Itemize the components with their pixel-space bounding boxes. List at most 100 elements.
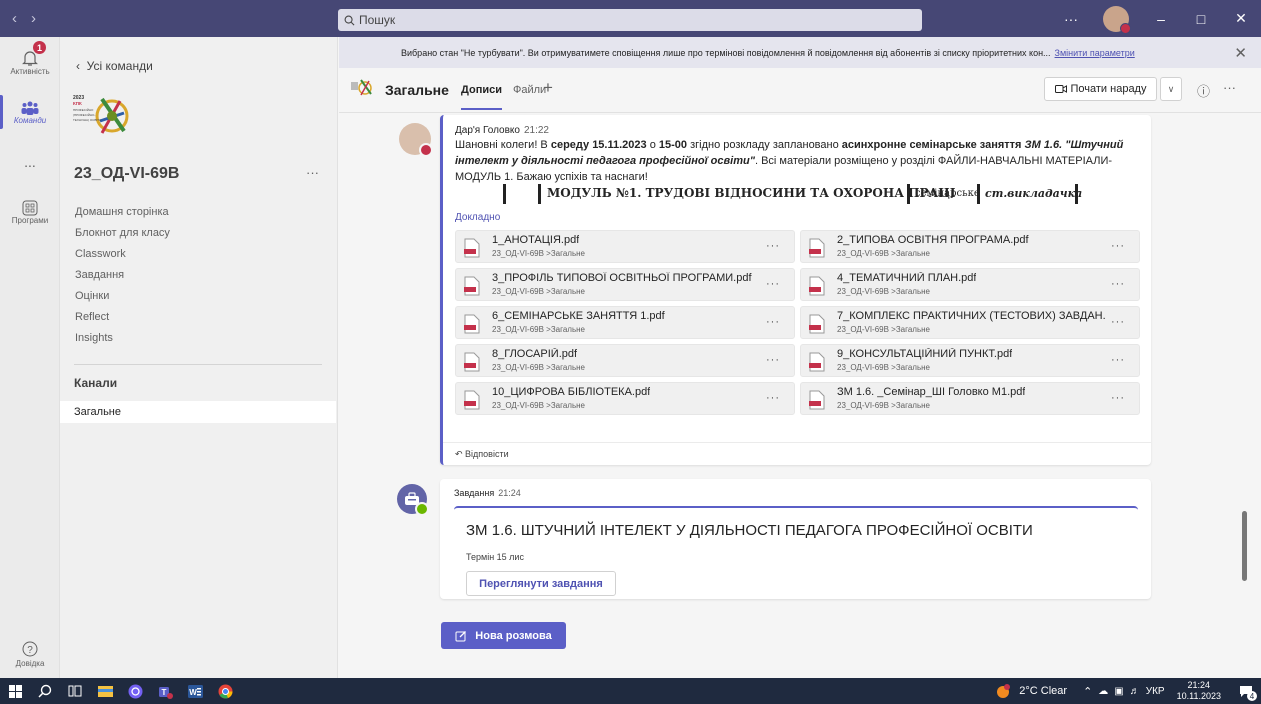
file-attachment[interactable]: 7_КОМПЛЕКС ПРАКТИЧНИХ (ТЕСТОВИХ) ЗАВДАН.… <box>800 306 1140 339</box>
minimize-icon[interactable]: – <box>1141 0 1181 37</box>
team-more-icon[interactable]: ··· <box>306 165 319 180</box>
chrome-icon[interactable] <box>210 678 240 704</box>
windows-taskbar: T W 2°C Clear ⌃ ☁ ▣ ♬ УКР 21:24 10.11.20… <box>0 678 1261 704</box>
pdf-file-icon <box>809 352 825 372</box>
view-assignment-button[interactable]: Переглянути завдання <box>466 571 616 596</box>
title-bar: ‹ › Пошук ··· – □ ✕ <box>0 0 1261 37</box>
file-more-icon[interactable]: ··· <box>1111 316 1125 328</box>
windows-start-icon[interactable] <box>0 678 30 704</box>
clock[interactable]: 21:24 10.11.2023 <box>1177 680 1221 702</box>
system-tray: 2°C Clear ⌃ ☁ ▣ ♬ УКР 21:24 10.11.2023 4 <box>995 678 1261 704</box>
info-icon[interactable]: ⓘ <box>1197 81 1210 100</box>
rail-activity-label: Активність <box>10 66 50 76</box>
rail-teams[interactable]: Команди <box>0 87 60 137</box>
all-teams-back-link[interactable]: ‹ Усі команди <box>76 59 153 73</box>
header-more-icon[interactable]: ··· <box>1223 80 1236 95</box>
sidebar-item-assignments[interactable]: Завдання <box>75 269 124 281</box>
file-more-icon[interactable]: ··· <box>1111 240 1125 252</box>
rail-activity[interactable]: 1 Активність <box>0 37 60 87</box>
notification-center-icon[interactable]: 4 <box>1231 678 1261 704</box>
reply-button[interactable]: ↶ Відповісти <box>443 442 1151 464</box>
team-sidebar: ‹ Усі команди 2023 КПК ПРОФЕСІЙНО (ПРОФЕ… <box>60 37 338 678</box>
viber-icon[interactable] <box>120 678 150 704</box>
weather-text[interactable]: 2°C Clear <box>1019 685 1067 697</box>
file-attachment[interactable]: ЗМ 1.6. _Семінар_ШІ Головко М1.pdf 23_ОД-… <box>800 382 1140 415</box>
file-attachment[interactable]: 4_ТЕМАТИЧНИЙ ПЛАН.pdf 23_ОД-VI-69В >Загал… <box>800 268 1140 301</box>
help-icon: ? <box>22 641 38 657</box>
post-text-date: середу 15.11.2023 <box>550 139 647 151</box>
sidebar-item-reflect[interactable]: Reflect <box>75 311 109 323</box>
add-tab-icon[interactable]: + <box>543 78 553 98</box>
rail-help[interactable]: ? Довідка <box>0 641 60 668</box>
file-location: 23_ОД-VI-69В >Загальне <box>492 363 586 372</box>
file-attachment[interactable]: 2_ТИПОВА ОСВІТНЯ ПРОГРАМА.pdf 23_ОД-VI-69… <box>800 230 1140 263</box>
cloud-icon[interactable]: ☁ <box>1098 686 1108 697</box>
tab-posts[interactable]: Дописи <box>461 84 502 110</box>
channel-icon <box>351 79 372 96</box>
see-more-link[interactable]: Докладно <box>455 212 500 223</box>
pdf-file-icon <box>464 314 480 334</box>
maximize-icon[interactable]: □ <box>1181 0 1221 37</box>
file-more-icon[interactable]: ··· <box>766 278 780 290</box>
sidebar-item-insights[interactable]: Insights <box>75 332 113 344</box>
search-icon <box>344 15 355 25</box>
file-attachment[interactable]: 6_СЕМІНАРСЬКЕ ЗАНЯТТЯ 1.pdf 23_ОД-VI-69В … <box>455 306 795 339</box>
rail-apps[interactable]: Програми <box>0 187 60 237</box>
change-settings-link[interactable]: Змінити параметри <box>1055 48 1135 58</box>
new-conversation-button[interactable]: Нова розмова <box>441 622 566 649</box>
meeting-dropdown-chevron-icon[interactable]: ∨ <box>1160 77 1182 101</box>
taskbar-search-icon[interactable] <box>30 678 60 704</box>
back-arrow-icon[interactable]: ‹ <box>12 10 17 27</box>
file-attachment[interactable]: 9_КОНСУЛЬТАЦІЙНИЙ ПУНКТ.pdf 23_ОД-VI-69В … <box>800 344 1140 377</box>
task-view-icon[interactable] <box>60 678 90 704</box>
video-camera-icon <box>1054 85 1067 93</box>
start-meeting-button[interactable]: Почати нараду <box>1044 77 1157 101</box>
teams-taskbar-icon[interactable]: T <box>150 678 180 704</box>
tab-files[interactable]: Файли <box>513 84 546 96</box>
file-attachment[interactable]: 10_ЦИФРОВА БІБЛІОТЕКА.pdf 23_ОД-VI-69В >З… <box>455 382 795 415</box>
post-text-time: 15-00 <box>658 139 688 151</box>
file-more-icon[interactable]: ··· <box>1111 278 1125 290</box>
language-indicator[interactable]: УКР <box>1146 686 1165 697</box>
file-more-icon[interactable]: ··· <box>1111 392 1125 404</box>
file-more-icon[interactable]: ··· <box>766 316 780 328</box>
channels-heading: Канали <box>74 376 118 390</box>
sidebar-item-notebook[interactable]: Блокнот для класу <box>75 227 170 239</box>
network-icon[interactable]: ▣ <box>1114 686 1123 697</box>
pdf-file-icon <box>464 390 480 410</box>
team-logo: 2023 КПК ПРОФЕСІЙНО (ПРОФЕСІЙНО- ТЕХНІЧН… <box>72 91 130 141</box>
file-more-icon[interactable]: ··· <box>1111 354 1125 366</box>
close-banner-icon[interactable]: ✕ <box>1234 44 1247 62</box>
file-attachment[interactable]: 1_АНОТАЦІЯ.pdf 23_ОД-VI-69В >Загальне ··· <box>455 230 795 263</box>
more-options-icon[interactable]: ··· <box>1051 0 1091 37</box>
file-location: 23_ОД-VI-69В >Загальне <box>837 287 931 296</box>
tray-chevron-icon[interactable]: ⌃ <box>1083 685 1092 698</box>
feed-scrollbar[interactable] <box>1242 511 1247 581</box>
sidebar-item-classwork[interactable]: Classwork <box>75 248 126 260</box>
all-teams-label: Усі команди <box>86 59 153 73</box>
assignments-bot-avatar[interactable] <box>397 484 429 516</box>
file-explorer-icon[interactable] <box>90 678 120 704</box>
file-more-icon[interactable]: ··· <box>766 240 780 252</box>
assignment-author-name: Завдання <box>454 488 495 498</box>
file-attachment[interactable]: 3_ПРОФІЛЬ ТИПОВОЇ ОСВІТНЬОЇ ПРОГРАМИ.pdf… <box>455 268 795 301</box>
file-more-icon[interactable]: ··· <box>766 354 780 366</box>
close-icon[interactable]: ✕ <box>1221 0 1261 37</box>
rail-more[interactable]: ... <box>0 137 60 187</box>
file-more-icon[interactable]: ··· <box>766 392 780 404</box>
profile-avatar[interactable] <box>1103 5 1131 34</box>
file-location: 23_ОД-VI-69В >Загальне <box>492 325 586 334</box>
volume-icon[interactable]: ♬ <box>1130 686 1140 697</box>
author-avatar[interactable] <box>399 123 433 157</box>
file-attachment[interactable]: 8_ГЛОСАРІЙ.pdf 23_ОД-VI-69В >Загальне ··· <box>455 344 795 377</box>
word-icon[interactable]: W <box>180 678 210 704</box>
sidebar-item-grades[interactable]: Оцінки <box>75 290 109 302</box>
channel-item-general[interactable]: Загальне <box>60 401 336 423</box>
file-name: 1_АНОТАЦІЯ.pdf <box>492 234 580 246</box>
notification-count: 4 <box>1247 691 1257 701</box>
search-input[interactable]: Пошук <box>338 9 922 31</box>
svg-text:КПК: КПК <box>73 101 82 106</box>
sidebar-item-home[interactable]: Домашня сторінка <box>75 206 169 218</box>
forward-arrow-icon[interactable]: › <box>31 10 36 27</box>
svg-text:ТЕХНІЧНА) ОСВІТА: ТЕХНІЧНА) ОСВІТА <box>73 118 101 122</box>
